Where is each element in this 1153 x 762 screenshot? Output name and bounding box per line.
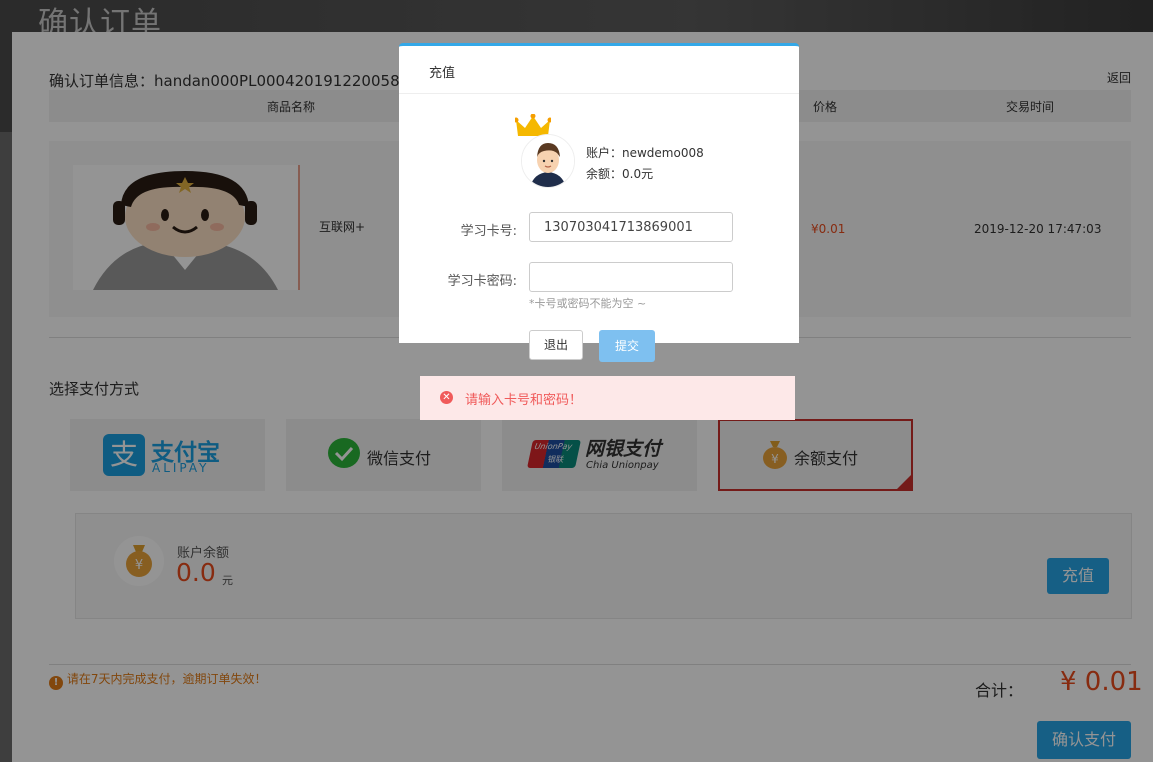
error-text: 请输入卡号和密码！ (465, 393, 583, 408)
account-balance: 余额：0.0元 (586, 167, 654, 181)
submit-button[interactable]: 提交 (599, 330, 655, 362)
modal-header: 充值 (399, 46, 799, 94)
error-message-bar: ✕ 请输入卡号和密码！ (420, 376, 795, 420)
card-number-input[interactable]: 130703041713869001 (529, 212, 733, 242)
modal-title: 充值 (429, 66, 456, 81)
card-password-label: 学习卡密码: (447, 274, 517, 289)
card-password-input[interactable] (529, 262, 733, 292)
account-name: 账户：newdemo008 (586, 146, 704, 160)
avatar (521, 134, 575, 188)
recharge-modal: 充值 账户：newdemo008 余额：0.0元 学习卡号: 130703041… (399, 43, 799, 362)
error-icon: ✕ (440, 391, 453, 404)
exit-button[interactable]: 退出 (529, 330, 583, 360)
card-number-label: 学习卡号: (460, 224, 517, 239)
input-hint: *卡号或密码不能为空 ~ (529, 297, 647, 310)
